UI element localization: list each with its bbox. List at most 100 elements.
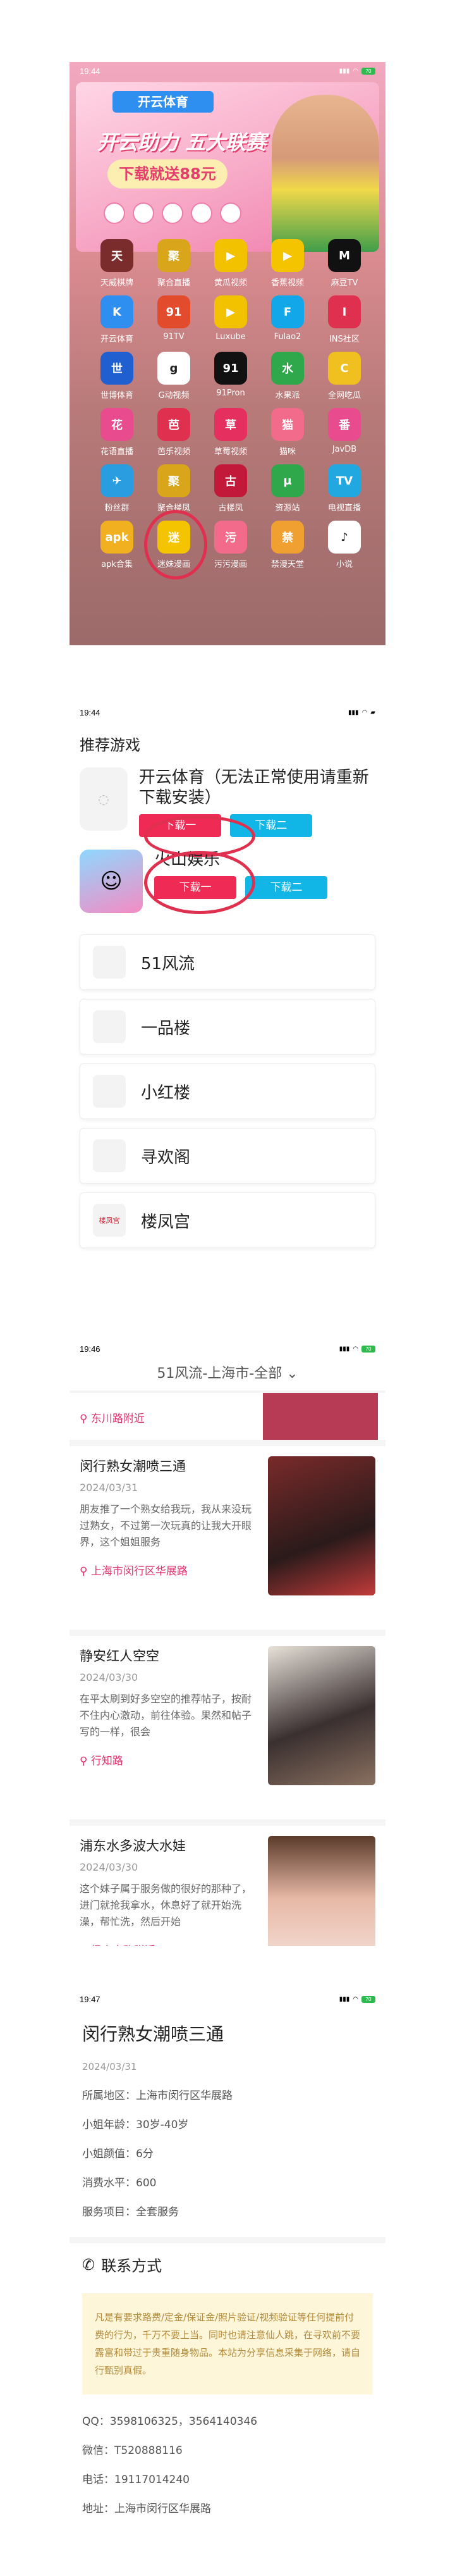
promo-banner[interactable]: 开云体育 开云助力 五大联赛 下载就送88元 — [76, 82, 379, 252]
banner-headline: 开云助力 五大联赛 — [97, 130, 267, 154]
wifi-icon: ◠ — [353, 1345, 358, 1353]
card-title: 闵行熟女潮喷三通 — [80, 1459, 186, 1474]
signal-icon: ▮▮▮ — [348, 709, 359, 716]
banner-category-icons — [104, 202, 241, 224]
listing-cards: 闵行熟女潮喷三通 2024/03/31 朋友推了一个熟女给我玩，我从来没玩过熟女，不… — [70, 1446, 385, 1946]
app-icon: ✈ — [100, 464, 133, 497]
app-shortcut[interactable]: 水水果派 — [259, 352, 316, 400]
app-label: 水果派 — [275, 391, 300, 400]
app-shortcut[interactable]: 猫猫咪 — [259, 408, 316, 457]
card-text: 闵行熟女潮喷三通 2024/03/31 朋友推了一个熟女给我玩，我从来没玩过熟女，不… — [80, 1456, 259, 1619]
contact-title: 联系方式 — [101, 2257, 162, 2275]
contact-line: 电话：19117014240 — [82, 2474, 190, 2486]
app-shortcut[interactable]: 污污污漫画 — [202, 521, 259, 569]
highlight-oval — [144, 851, 255, 914]
app-label: 粉丝群 — [104, 504, 130, 513]
app-shortcut[interactable]: 禁禁漫天堂 — [259, 521, 316, 569]
site-row[interactable]: 楼凤宫 楼凤宫 — [80, 1192, 375, 1248]
app-launcher-screenshot: 19:44 ▮▮▮ ◠ 70 开云体育 开云助力 五大联赛 下载就送88元 天天… — [70, 62, 385, 645]
app-label: 小说 — [336, 560, 353, 569]
listing-screenshot: 19:46 ▮▮▮ ◠ 70 51风流-上海市-全部 ⌄ ⚲ 东川路附近 闵行熟… — [70, 1340, 385, 1946]
detail-field: 所属地区：上海市闵行区华展路 — [82, 2090, 233, 2102]
site-row[interactable]: 寻欢阁 — [80, 1128, 375, 1184]
listing-card[interactable]: 静安红人空空 2024/03/30 在平太刷到好多空空的推荐帖子，按耐不住内心激动，… — [70, 1636, 385, 1819]
site-row[interactable]: 51风流 — [80, 934, 375, 990]
app-label: 猫咪 — [279, 447, 296, 457]
category-icon — [162, 202, 183, 224]
warning-notice: 凡是有要求路费/定金/保证金/照片验证/视频验证等任何提前付费的行为，千万不要上… — [82, 2293, 373, 2394]
app-shortcut[interactable]: 世世博体育 — [88, 352, 145, 400]
app-shortcut[interactable]: I INS社区 — [316, 295, 373, 344]
section-title: 推荐游戏 — [80, 736, 140, 754]
wifi-icon: ◠ — [361, 709, 368, 716]
app-icon: ▶ — [214, 239, 247, 272]
app-shortcut[interactable]: 聚聚合直播 — [145, 239, 202, 288]
wifi-icon: ◠ — [353, 1995, 358, 2003]
app-icon: 世 — [100, 352, 133, 385]
app-shortcut[interactable]: 古古楼凤 — [202, 464, 259, 513]
game-list-screenshot: 19:44 ▮▮▮ ◠ ▰ 推荐游戏 ◌ 开云体育（无法正常使用请重新下载安装）… — [70, 703, 385, 1273]
app-shortcut[interactable]: F Fulao2 — [259, 295, 316, 344]
listing-card[interactable]: 浦东水多波大水娃 2024/03/30 这个妹子属于服务做的很好的那种了，进门就抢我… — [70, 1826, 385, 1946]
detail-field: 小姐颜值：6分 — [82, 2148, 154, 2160]
card-location: 东川路附近 — [90, 1413, 145, 1425]
app-shortcut[interactable]: ▶ Luxube — [202, 295, 259, 344]
contact-line: QQ：3598106325，3564140346 — [82, 2415, 258, 2428]
category-icon — [220, 202, 241, 224]
site-row[interactable]: 小红楼 — [80, 1063, 375, 1119]
app-shortcut[interactable]: C 全网吃瓜 — [316, 352, 373, 400]
app-shortcut[interactable]: ✈ 粉丝群 — [88, 464, 145, 513]
app-icon: ▶ — [271, 239, 304, 272]
card-date: 2024/03/31 — [80, 1482, 138, 1494]
site-name: 寻欢阁 — [141, 1148, 191, 1167]
site-row[interactable]: 一品楼 — [80, 999, 375, 1055]
app-shortcut[interactable]: 芭芭乐视频 — [145, 408, 202, 457]
app-label: 91TV — [163, 332, 185, 342]
app-shortcut[interactable]: 草草莓视频 — [202, 408, 259, 457]
app-icon: 古 — [214, 464, 247, 497]
app-shortcut[interactable]: apk apk合集 — [88, 521, 145, 569]
signal-icon: ▮▮▮ — [339, 67, 350, 75]
phone-icon: ✆ — [82, 2255, 95, 2274]
app-shortcut[interactable]: 花花语直播 — [88, 408, 145, 457]
app-shortcut[interactable]: g G动视频 — [145, 352, 202, 400]
game-item: ◌ 开云体育（无法正常使用请重新下载安装） 下载一 下载二 — [70, 761, 385, 857]
app-shortcut[interactable]: ♪ 小说 — [316, 521, 373, 569]
app-icon: ♪ — [328, 521, 361, 554]
game-icon: ☺ — [80, 850, 143, 913]
download-two-button[interactable]: 下载二 — [245, 876, 327, 899]
app-shortcut[interactable]: ▶ 黄瓜视频 — [202, 239, 259, 288]
detail-field: 消费水平：600 — [82, 2177, 157, 2189]
app-icon: 番 — [328, 408, 361, 441]
app-shortcut[interactable]: K 开云体育 — [88, 295, 145, 344]
listing-card[interactable]: 闵行熟女潮喷三通 2024/03/31 朋友推了一个熟女给我玩，我从来没玩过熟女，不… — [70, 1446, 385, 1630]
app-label: 聚合直播 — [157, 278, 190, 288]
status-bar: 19:47 ▮▮▮ ◠ 70 — [70, 1990, 385, 2008]
location-filter[interactable]: 51风流-上海市-全部 ⌄ — [70, 1358, 385, 1390]
card-image — [263, 1393, 378, 1440]
app-icon: TV — [328, 464, 361, 497]
previous-card-tail[interactable]: ⚲ 东川路附近 — [70, 1393, 385, 1440]
status-time: 19:44 — [80, 66, 100, 76]
app-shortcut[interactable]: 番 JavDB — [316, 408, 373, 457]
app-shortcut[interactable]: 91 91Pron — [202, 352, 259, 400]
card-location-line: ⚲ 杨高南路附近 — [80, 1941, 259, 1946]
site-icon — [93, 1010, 126, 1043]
app-icon: 草 — [214, 408, 247, 441]
battery-icon: 70 — [361, 1995, 375, 2003]
card-location: 行知路 — [90, 1755, 123, 1768]
app-shortcut[interactable]: 91 91TV — [145, 295, 202, 344]
game-name: 开云体育（无法正常使用请重新下载安装） — [138, 768, 369, 807]
app-shortcut[interactable]: 天天威棋牌 — [88, 239, 145, 288]
app-shortcut[interactable]: TV 电视直播 — [316, 464, 373, 513]
card-date: 2024/03/30 — [80, 1671, 138, 1683]
app-shortcut[interactable]: μ 资源站 — [259, 464, 316, 513]
app-grid: 天天威棋牌聚聚合直播 ▶ 黄瓜视频 ▶ 香蕉视频 M 麻豆TV K 开云体育 91 91TV ▶ Lux… — [88, 239, 373, 569]
app-shortcut[interactable]: ▶ 香蕉视频 — [259, 239, 316, 288]
game-icon-placeholder: ◌ — [80, 767, 128, 831]
app-icon: 禁 — [271, 521, 304, 554]
app-icon: C — [328, 352, 361, 385]
app-shortcut[interactable]: 聚聚合楼凤 — [145, 464, 202, 513]
site-list: 51风流一品楼小红楼寻欢阁楼凤宫 楼凤宫 — [70, 934, 385, 1248]
app-shortcut[interactable]: M 麻豆TV — [316, 239, 373, 288]
